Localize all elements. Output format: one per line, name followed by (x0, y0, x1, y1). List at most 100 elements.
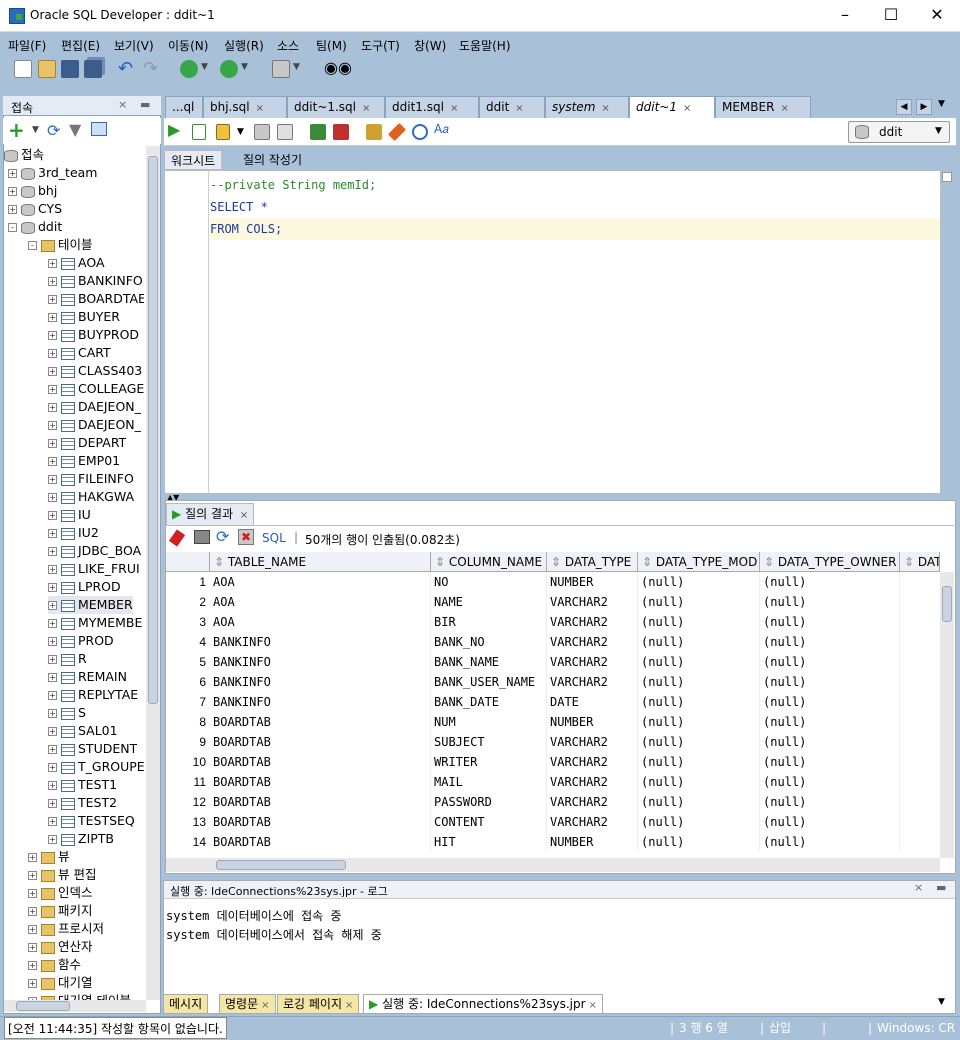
expand-icon[interactable]: + (48, 475, 57, 484)
schema-browser-icon[interactable] (91, 122, 107, 136)
grid-horizontal-scrollbar[interactable] (166, 858, 940, 872)
sql-worksheet-icon[interactable] (272, 60, 290, 78)
grid-hscroll-thumb[interactable] (216, 860, 346, 870)
tree-table-item[interactable]: + CLASS403 (48, 362, 142, 380)
minimize-panel-icon[interactable]: ▬ (140, 98, 150, 111)
add-dropdown-icon[interactable]: ▼ (32, 125, 39, 135)
add-connection-icon[interactable]: + (8, 118, 25, 142)
expand-icon[interactable]: + (48, 439, 57, 448)
grid-cell[interactable]: (null) (760, 712, 900, 732)
save-all-icon[interactable] (84, 60, 102, 78)
tree-table-item[interactable]: + EMP01 (48, 452, 120, 470)
expand-icon[interactable]: + (48, 817, 57, 826)
maximize-button[interactable]: ☐ (868, 0, 914, 32)
commit-dropdown-icon[interactable]: ▼ (237, 127, 244, 137)
menu-team[interactable]: 팀(M) (316, 37, 347, 54)
tree-table-item[interactable]: + REMAIN (48, 668, 127, 686)
grid-cell[interactable]: (null) (760, 772, 900, 792)
menu-edit[interactable]: 편집(E) (61, 37, 100, 54)
grid-cell[interactable]: BOARDTAB (210, 752, 431, 772)
menu-source[interactable]: 소스 (277, 37, 299, 54)
row-number[interactable]: 13 (166, 812, 210, 832)
row-number[interactable]: 6 (166, 672, 210, 692)
grid-cell[interactable]: VARCHAR2 (547, 772, 638, 792)
tree-table-item[interactable]: + BUYER (48, 308, 120, 326)
grid-cell[interactable]: (null) (638, 572, 760, 592)
grid-cell[interactable]: CONTENT (431, 812, 547, 832)
tree-folder[interactable]: + 연산자 (28, 938, 93, 956)
tree-table-item[interactable]: + HAKGWA (48, 488, 134, 506)
close-tab-icon[interactable]: × (261, 1000, 269, 1011)
menu-help[interactable]: 도움말(H) (459, 37, 511, 54)
tree-table-item[interactable]: + DAEJEON_ (48, 398, 141, 416)
grid-cell[interactable]: BOARDTAB (210, 832, 431, 852)
tree-table-item[interactable]: + BOARDTAE (48, 290, 144, 308)
tree-table-item[interactable]: + TESTSEQ (48, 812, 135, 830)
close-tab-icon[interactable]: × (240, 510, 248, 521)
grid-cell[interactable]: (null) (638, 792, 760, 812)
close-tab-icon[interactable]: × (450, 103, 458, 114)
close-tab-icon[interactable]: × (362, 103, 370, 114)
editor-tab-ddit1-active[interactable]: ddit~1 × (629, 96, 715, 118)
menu-window[interactable]: 창(W) (414, 37, 446, 54)
expand-icon[interactable]: + (48, 349, 57, 358)
grid-cell[interactable]: NUM (431, 712, 547, 732)
tree-folder[interactable]: + 뷰 (28, 848, 70, 866)
expand-icon[interactable]: + (48, 565, 57, 574)
grid-cell[interactable]: SUBJECT (431, 732, 547, 752)
open-folder-icon[interactable] (38, 60, 56, 78)
undo-icon[interactable]: ↶ (118, 58, 133, 79)
tree-folder[interactable]: + 패키지 (28, 902, 93, 920)
tree-table-item[interactable]: + PROD (48, 632, 114, 650)
expand-icon[interactable]: + (48, 511, 57, 520)
tree-table-item[interactable]: + JDBC_BOA (48, 542, 141, 560)
close-tab-icon[interactable]: × (345, 1000, 353, 1011)
column-header[interactable]: ⇕ TABLE_NAME (210, 552, 431, 572)
tree-connection[interactable]: + CYS (8, 200, 62, 218)
grid-cell[interactable]: (null) (760, 732, 900, 752)
sort-icon[interactable]: ⇕ (764, 555, 778, 569)
back-icon[interactable] (180, 60, 198, 78)
minimize-panel-icon[interactable]: ▬ (936, 881, 946, 894)
sql-button[interactable]: SQL (262, 531, 286, 545)
refresh-icon[interactable]: ⟳ (216, 527, 229, 546)
expand-icon[interactable]: + (28, 889, 37, 898)
query-result-tab[interactable]: ▶ 질의 결과 × (166, 503, 255, 525)
close-tab-icon[interactable]: × (601, 103, 609, 114)
close-tab-icon[interactable]: × (118, 98, 127, 111)
grid-cell[interactable]: VARCHAR2 (547, 732, 638, 752)
tree-table-item[interactable]: + CART (48, 344, 111, 362)
grid-cell[interactable]: VARCHAR2 (547, 792, 638, 812)
tree-root-connections[interactable]: 접속 (4, 146, 44, 164)
tab-messages[interactable]: 메시지 (163, 994, 209, 1014)
log-tab-list-icon[interactable]: ▼ (938, 997, 945, 1007)
expand-icon[interactable]: + (48, 655, 57, 664)
sql-tuning-icon[interactable] (412, 124, 428, 140)
grid-cell[interactable]: BANK_NO (431, 632, 547, 652)
sort-icon[interactable]: ⇕ (214, 555, 228, 569)
expand-icon[interactable]: + (48, 763, 57, 772)
menu-navigate[interactable]: 이동(N) (168, 37, 208, 54)
grid-cell[interactable]: (null) (760, 672, 900, 692)
tree-table-item[interactable]: + REPLYTAE (48, 686, 138, 704)
expand-icon[interactable]: + (48, 637, 57, 646)
tree-connection[interactable]: - ddit (8, 218, 62, 236)
tree-hscroll-thumb[interactable] (16, 1001, 70, 1011)
tree-table-item[interactable]: + DAEJEON_ (48, 416, 141, 434)
grid-cell[interactable]: (null) (638, 772, 760, 792)
expand-icon[interactable]: + (48, 601, 57, 610)
expand-icon[interactable]: + (48, 421, 57, 430)
column-header[interactable]: ⇕ DATA_TYPE_OWNER (760, 552, 900, 572)
minimize-button[interactable]: – (822, 0, 868, 32)
tree-table-item[interactable]: + T_GROUPE (48, 758, 144, 776)
commit-icon[interactable] (216, 124, 230, 140)
tab-scroll-left-icon[interactable]: ◀ (896, 99, 912, 115)
tab-query-builder[interactable]: 질의 작성기 (237, 150, 308, 170)
expand-icon[interactable]: + (28, 853, 37, 862)
expand-icon[interactable]: + (8, 187, 17, 196)
close-tab-icon[interactable]: × (683, 103, 691, 114)
expand-icon[interactable]: + (28, 943, 37, 952)
cancel-icon[interactable]: ✖ (238, 529, 254, 545)
format-case-icon[interactable]: A𝑎 (434, 122, 449, 137)
column-header[interactable]: ⇕ DAT. (900, 552, 940, 572)
